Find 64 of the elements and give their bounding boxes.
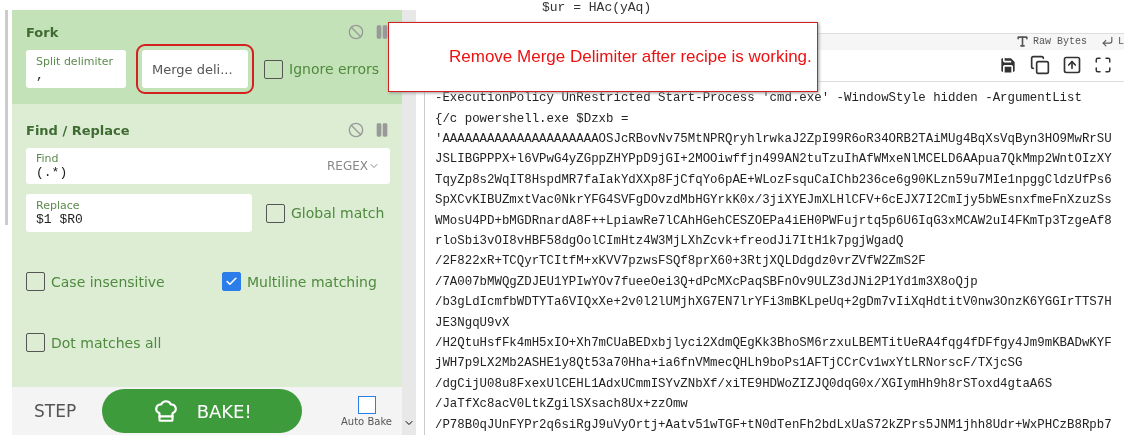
checkbox[interactable] <box>26 272 45 291</box>
output-line: /7A007bMWQgZDJEU1YPIwYOv7fueeOei3Q+dPcMXcPaqSBFnOv9ULZ3dJNi2P1Yd1m3X8oQjp <box>435 273 979 291</box>
field-label: Split delimiter <box>36 55 115 68</box>
text-size-icon <box>1015 35 1029 49</box>
checkbox[interactable] <box>26 333 45 352</box>
operation-title: Find / Replace <box>26 122 130 138</box>
checkbox-option[interactable]: Dot matches all <box>26 333 222 352</box>
copy-icon[interactable] <box>1030 55 1050 76</box>
auto-bake-option[interactable]: Auto Bake <box>341 395 392 427</box>
field-placeholder: Merge deli... <box>152 61 234 77</box>
upload-icon[interactable] <box>1062 55 1082 76</box>
field-value: (.*) <box>36 165 68 180</box>
field-value: $1 $R0 <box>36 212 84 227</box>
annotation-text: Remove Merge Delimiter after recipe is working. <box>449 47 812 67</box>
output-line: /JaTfXc8acV0LtkZgilSXsach8Ux+zzOmw <box>435 396 689 414</box>
bake-button[interactable]: BAKE! <box>102 389 303 433</box>
checkbox-option[interactable]: Multiline matching <box>222 272 390 291</box>
output-line: WMosU4PD+bMGDRnardA8F++LpiawRe7lCAhHGehCESZOEPa4iEH0PWFujrtq5p6U6IqG3xMCAW2uI4FKmTp3TzgeAf8 <box>435 212 1113 230</box>
output-line: -ExecutionPolicy UnRestricted Start-Process 'cmd.exe' -WindowStyle hidden -ArgumentList <box>435 90 1083 108</box>
save-icon[interactable] <box>998 55 1018 76</box>
find-field[interactable]: Find (.*) REGEX <box>26 148 390 184</box>
checkbox[interactable] <box>222 272 241 291</box>
output-line: rloSbi3vOI8vHBF58dgOolCImHtz4W3MjLXhZcvk+freodJi7ItH1k7pgjWgadQ <box>435 232 905 250</box>
output-line: /H2QtuHsfFk4mH5xIO+Xh7mCUaBEDxbjlyci2XdmQEgKk3BhoSM6rzxuLBEMTitUeRA4fqg4fDFfgy4Jm9mKBADwKYF <box>435 334 1113 352</box>
operation-title: Fork <box>26 24 59 40</box>
fullscreen-icon[interactable] <box>1094 56 1112 75</box>
code-line: $ur = HAc(yAq) <box>541 0 653 15</box>
pause-icon[interactable] <box>374 24 390 40</box>
text-field[interactable]: Split delimiter , <box>26 50 126 88</box>
field-label: Find <box>36 152 60 165</box>
output-line: 'AAAAAAAAAAAAAAAAAAAAAOSJcRBovNv75MtNPRQryhlrwkaJ2ZpI99R6oR34ORB2TAiMUg4BqXsVqByn3HO9MwRrSU <box>435 130 1113 148</box>
output-line: TqyZp8s2WqIT8HspdMR7faIakYdXXp8FjCfqYo6pAE+WLozFsquCaIChb236ce6g90KLzn59u7MIe1npggCldzUfPs6 <box>435 171 1113 189</box>
checkbox-label: Case insensitive <box>51 273 165 290</box>
output-line: /2F822xR+TCQyrTCItfM+xKVV7pzwsFSQf8prX60+3RtjXQLDdgdz0vrZVfW2ZmS2F <box>435 253 927 271</box>
checkbox-label: Ignore errors <box>289 61 380 77</box>
output-line: JE3NgqU9vX <box>435 314 511 332</box>
return-arrow-icon <box>1101 35 1114 49</box>
checkbox-label: Dot matches all <box>51 334 162 351</box>
output-line: jWH7p9LX2Mb2ASHE1y8Qt53a70Hha+ia6fnVMmecQHLh9boPs1AFTjCCrCv1wxYtLRNorscF/TXjcSG <box>435 355 1024 373</box>
regex-dropdown[interactable]: REGEX <box>326 159 380 173</box>
checkbox-label: Auto Bake <box>341 415 392 427</box>
checkbox-label: Global match <box>291 205 385 221</box>
output-line: {/c powershell.exe $Dzxb = <box>435 110 630 128</box>
field-value: , <box>36 68 45 83</box>
checkbox-option[interactable]: Global match <box>266 203 385 223</box>
status-label: L <box>1118 36 1124 48</box>
output-line: JSLIBGPPPX+l6VPwG4yZGppZHYPpD9jGI+2MOOiwffjn499AN2tuTzuIhAfWMxeNlMCELD6AApua7QkMmp2WntOIzXY <box>435 151 1113 169</box>
checkbox[interactable] <box>357 395 376 414</box>
output-line: /P78B0qJUnFYPr2q6siRgJ9uVyOrtj+Aatv51wTGF+tN0dTenFh2bdLxUaS72kZPrs5JNM1jhh8Udr+WxPHCzB8Rpb7 <box>435 416 1113 434</box>
status-item[interactable]: Raw Bytes <box>1015 35 1087 49</box>
chef-icon <box>152 398 179 424</box>
output-line: SpXCvKIBUZmxtVac0NkrYFG4SVFgDOvzdMbHGYrkK0x/3jiXYEJmXLHlCFV+6cEJX7I2CmIjy5bWEsnxfmeFnXzuzSs <box>435 192 1113 210</box>
check-icon <box>225 275 238 288</box>
checkbox[interactable] <box>264 59 283 79</box>
step-button[interactable]: STEP <box>34 401 77 421</box>
field-label: Replace <box>36 199 81 212</box>
replace-field[interactable]: Replace $1 $R0 <box>26 194 252 232</box>
status-label: Raw Bytes <box>1032 36 1087 48</box>
status-item[interactable]: L <box>1101 35 1124 49</box>
checkbox-option[interactable]: Case insensitive <box>26 272 222 291</box>
checkbox[interactable] <box>266 203 285 223</box>
output-line: /b3gLdIcmfbWDTYTa6VIQxXe+2v0l2lUMjhXG7EN7lrYFi3mBKLpeUq+2gDm7vIiXqHdtitV0nw3OnzK6YGGIrTTS7H <box>435 294 1113 312</box>
output-line: /dgCijU08u8FxexUlCEHL1AdxUCmmISYvZNbXf/xiTE9HDWoZIZJQ0dqG0x/XGIymHh9h8rSToxd4gtaA6S <box>435 375 1054 393</box>
checkbox-label: Multiline matching <box>247 273 377 290</box>
